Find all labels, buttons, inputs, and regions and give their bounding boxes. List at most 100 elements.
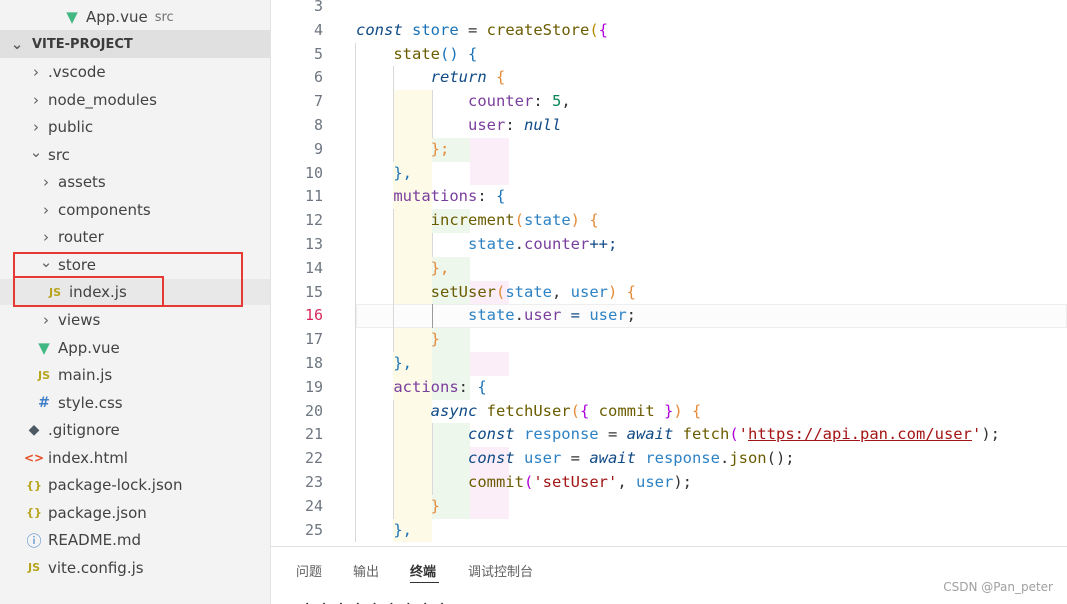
code-token: }, bbox=[393, 520, 412, 539]
code-line[interactable]: 6 return { bbox=[271, 66, 1067, 90]
code-line[interactable]: 7 counter: 5, bbox=[271, 90, 1067, 114]
terminal-output[interactable]: · · · · · · · · · bbox=[303, 597, 446, 604]
line-number: 13 bbox=[304, 235, 323, 253]
code-line[interactable]: 12 increment(state) { bbox=[271, 209, 1067, 233]
tree-item-style-css[interactable]: # style.css bbox=[0, 390, 270, 416]
code-token: { bbox=[589, 211, 599, 230]
code-line[interactable]: 19 actions: { bbox=[271, 376, 1067, 400]
code-line[interactable]: 23 commit('setUser', user); bbox=[271, 471, 1067, 495]
tree-item-label: vite.config.js bbox=[48, 558, 144, 577]
code-token: user bbox=[523, 449, 562, 468]
code-token: response bbox=[645, 449, 720, 468]
code-line[interactable]: 16 state.user = user; bbox=[271, 304, 1067, 328]
tree-item-label: views bbox=[58, 310, 101, 329]
code-token: { bbox=[477, 377, 487, 396]
panel-tab[interactable]: 终端 bbox=[410, 561, 436, 580]
tree-item-assets[interactable]: › assets bbox=[0, 169, 270, 195]
tree-item-label: components bbox=[58, 200, 151, 219]
code-line[interactable]: 11 mutations: { bbox=[271, 185, 1067, 209]
code-token: { bbox=[468, 44, 478, 63]
code-token: commit bbox=[598, 401, 655, 420]
code-token: commit bbox=[467, 473, 524, 491]
code-editor[interactable]: 3 4 const store = createStore({5 state() {… bbox=[271, 0, 1067, 546]
code-token: const bbox=[467, 449, 524, 468]
code-token: () bbox=[440, 44, 468, 63]
code-token: counter bbox=[467, 92, 534, 111]
code-line[interactable]: 14 }, bbox=[271, 257, 1067, 281]
code-text: state.counter++; bbox=[356, 233, 617, 257]
code-line[interactable]: 15 setUser(state, user) { bbox=[271, 281, 1067, 305]
code-line[interactable]: 13 state.counter++; bbox=[271, 233, 1067, 257]
project-header[interactable]: ⌄ VITE-PROJECT bbox=[0, 30, 270, 58]
tree-item-node-modules[interactable]: › node_modules bbox=[0, 87, 270, 113]
line-number: 15 bbox=[304, 282, 323, 301]
tree-item-components[interactable]: › components bbox=[0, 197, 270, 223]
code-line[interactable]: 22 const user = await response.json(); bbox=[271, 447, 1067, 471]
tree-item-router[interactable]: › router bbox=[0, 224, 270, 250]
code-token: state bbox=[467, 235, 515, 253]
tree-item-package-lock-json[interactable]: {} package-lock.json bbox=[0, 472, 270, 498]
js-file-icon: JS bbox=[48, 285, 61, 299]
code-line[interactable]: 8 user: null bbox=[271, 114, 1067, 138]
project-name: VITE-PROJECT bbox=[32, 36, 133, 52]
tree-item-src[interactable]: ⌄ src bbox=[0, 142, 270, 168]
code-token: }, bbox=[430, 258, 450, 277]
tree-item-app-vue[interactable]: ▼ App.vue bbox=[0, 335, 270, 361]
code-text: }, bbox=[356, 257, 450, 281]
code-token: https://api.pan.com/user bbox=[748, 425, 972, 444]
code-token: { bbox=[692, 401, 702, 420]
tree-item-main-js[interactable]: JS main.js bbox=[0, 362, 270, 388]
code-token: actions bbox=[393, 377, 459, 396]
code-text: }, bbox=[356, 519, 412, 543]
tree-item-index-js[interactable]: JS index.js bbox=[0, 279, 270, 306]
open-editor-item[interactable]: ▼ App.vue src bbox=[0, 4, 270, 30]
code-token: = bbox=[598, 425, 627, 444]
code-line[interactable]: 21 const response = await fetch('https:/… bbox=[271, 423, 1067, 447]
tree-item-package-json[interactable]: {} package.json bbox=[0, 500, 270, 526]
code-token: = bbox=[561, 449, 590, 468]
code-line[interactable]: 17 } bbox=[271, 328, 1067, 352]
tree-item-label: README.md bbox=[48, 531, 142, 550]
code-token: { bbox=[496, 187, 506, 206]
tree-item--gitignore[interactable]: ◆ .gitignore bbox=[0, 417, 270, 443]
code-line[interactable]: 18 }, bbox=[271, 352, 1067, 376]
code-line[interactable]: 4 const store = createStore({ bbox=[271, 19, 1067, 43]
code-token: }; bbox=[430, 139, 450, 158]
tree-item-label: index.html bbox=[48, 448, 128, 467]
tree-item-store[interactable]: ⌄ store bbox=[0, 252, 270, 278]
code-line[interactable]: 20 async fetchUser({ commit }) { bbox=[271, 400, 1067, 424]
code-token: async bbox=[430, 401, 487, 420]
code-line[interactable]: 24 } bbox=[271, 495, 1067, 519]
panel-tab[interactable]: 问题 bbox=[296, 561, 322, 580]
tree-item-label: .vscode bbox=[48, 63, 106, 81]
tree-item--vscode[interactable]: › .vscode bbox=[0, 59, 270, 85]
tree-item-public[interactable]: › public bbox=[0, 114, 270, 140]
code-line[interactable]: 5 state() { bbox=[271, 43, 1067, 67]
tree-item-label: App.vue bbox=[58, 338, 120, 357]
tree-item-vite-config-js[interactable]: JS vite.config.js bbox=[0, 555, 270, 581]
panel-tab[interactable]: 输出 bbox=[353, 561, 379, 580]
tree-item-index-html[interactable]: <> index.html bbox=[0, 445, 270, 471]
js-file-icon: JS bbox=[37, 368, 50, 382]
code-line[interactable]: 9 }; bbox=[271, 138, 1067, 162]
code-line[interactable]: 25 }, bbox=[271, 519, 1067, 543]
code-token: : bbox=[505, 116, 524, 134]
code-token: { bbox=[580, 401, 599, 420]
bottom-panel: 问题 输出 终端 调试控制台 · · · · · · · · · CSDN @Pan_… bbox=[271, 546, 1067, 604]
code-token: , bbox=[552, 282, 571, 301]
code-token: response bbox=[523, 425, 599, 444]
code-token: ( bbox=[570, 401, 580, 420]
tree-item-readme-md[interactable]: ⓘ README.md bbox=[0, 527, 270, 553]
tree-item-views[interactable]: › views bbox=[0, 307, 270, 333]
panel-tab[interactable]: 调试控制台 bbox=[468, 561, 533, 580]
code-line[interactable]: 10 }, bbox=[271, 162, 1067, 186]
code-text: user: null bbox=[356, 114, 561, 138]
code-token: , bbox=[561, 92, 571, 111]
code-text: const user = await response.json(); bbox=[356, 447, 795, 471]
code-token: state bbox=[524, 211, 571, 230]
code-line[interactable]: 3 bbox=[271, 0, 1067, 19]
